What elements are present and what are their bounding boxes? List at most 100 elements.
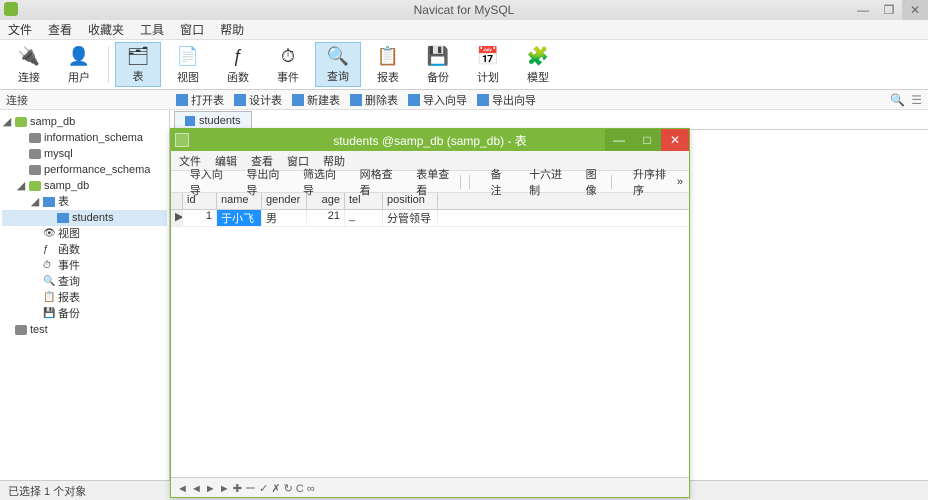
row-marker-icon: ▶ bbox=[171, 210, 183, 226]
toolbar-表[interactable]: 🗂表 bbox=[115, 42, 161, 87]
tree-schema[interactable]: performance_schema bbox=[44, 162, 150, 178]
group-icon: 📋 bbox=[43, 290, 55, 306]
tree-group-备份[interactable]: 备份 bbox=[58, 306, 80, 322]
toolbar-函数[interactable]: ƒ函数 bbox=[215, 42, 261, 87]
toolbar-计划[interactable]: 📅计划 bbox=[465, 42, 511, 87]
toolbar-用户[interactable]: 👤用户 bbox=[56, 42, 102, 87]
tree-group-视图[interactable]: 视图 bbox=[58, 226, 80, 242]
toolbar-事件[interactable]: ⏱事件 bbox=[265, 42, 311, 87]
tree-conn-test[interactable]: test bbox=[30, 322, 48, 338]
app-titlebar: Navicat for MySQL — ❐ ✕ bbox=[0, 0, 928, 20]
查询-icon: 🔍 bbox=[326, 45, 350, 67]
childtool-备注[interactable]: 备注 bbox=[478, 166, 509, 198]
child-titlebar[interactable]: students @samp_db (samp_db) - 表 — □ ✕ bbox=[171, 129, 689, 151]
menu-window[interactable]: 窗口 bbox=[180, 21, 204, 38]
toolbar-视图[interactable]: 📄视图 bbox=[165, 42, 211, 87]
计划-icon: 📅 bbox=[476, 44, 500, 68]
menu-fav[interactable]: 收藏夹 bbox=[88, 21, 124, 38]
list-view-icon[interactable]: ☰ bbox=[911, 93, 922, 107]
group-icon: ƒ bbox=[43, 242, 55, 258]
筛选向导-icon bbox=[290, 176, 300, 188]
subtool-删除表[interactable]: 删除表 bbox=[350, 92, 398, 108]
close-button[interactable]: ✕ bbox=[902, 0, 928, 20]
minimize-button[interactable]: — bbox=[850, 0, 876, 20]
app-logo-icon bbox=[4, 2, 18, 16]
tree-tables-group[interactable]: 表 bbox=[58, 194, 69, 210]
sub-toolbar: 连接 打开表设计表新建表删除表导入向导导出向导 🔍 ☰ bbox=[0, 90, 928, 110]
tree-group-事件[interactable]: 事件 bbox=[58, 258, 80, 274]
app-title: Navicat for MySQL bbox=[414, 3, 515, 17]
模型-icon: 🧩 bbox=[526, 44, 550, 68]
连接-icon: 🔌 bbox=[17, 44, 41, 68]
menu-tools[interactable]: 工具 bbox=[140, 21, 164, 38]
menu-help[interactable]: 帮助 bbox=[220, 21, 244, 38]
表单查看-icon bbox=[404, 176, 414, 188]
subtool-导入向导[interactable]: 导入向导 bbox=[408, 92, 467, 108]
status-text: 已选择 1 个对象 bbox=[8, 483, 86, 499]
toolbar-报表[interactable]: 📋报表 bbox=[365, 42, 411, 87]
col-gender[interactable]: gender bbox=[262, 193, 307, 209]
child-close-button[interactable]: ✕ bbox=[661, 129, 689, 151]
table-row[interactable]: ▶ 1 于小飞 男 21 _ 分管领导 bbox=[171, 210, 689, 227]
child-toolbar: 导入向导导出向导筛选向导网格查看表单查看备注十六进制图像升序排序» bbox=[171, 171, 689, 193]
tree-table-students[interactable]: students bbox=[72, 210, 114, 226]
connections-label: 连接 bbox=[0, 92, 170, 108]
childtool-图像[interactable]: 图像 bbox=[573, 166, 604, 198]
toolbar-连接[interactable]: 🔌连接 bbox=[6, 42, 52, 87]
视图-icon: 📄 bbox=[176, 44, 200, 68]
tree-group-报表[interactable]: 报表 bbox=[58, 290, 80, 306]
tree-group-查询[interactable]: 查询 bbox=[58, 274, 80, 290]
cell-position[interactable]: 分管领导 bbox=[383, 210, 438, 226]
child-toolbar-overflow[interactable]: » bbox=[677, 176, 683, 188]
child-minimize-button[interactable]: — bbox=[605, 129, 633, 151]
grid-corner bbox=[171, 193, 183, 209]
childtool-升序排序[interactable]: 升序排序 bbox=[620, 166, 669, 198]
subtool-打开表[interactable]: 打开表 bbox=[176, 92, 224, 108]
toolbar-模型[interactable]: 🧩模型 bbox=[515, 42, 561, 87]
tree-group-函数[interactable]: 函数 bbox=[58, 242, 80, 258]
child-statusbar: ◄ ◄ ► ► ✚ ー ✓ ✗ ↻ C ∞ bbox=[171, 477, 689, 497]
col-name[interactable]: name bbox=[217, 193, 262, 209]
menu-view[interactable]: 查看 bbox=[48, 21, 72, 38]
childtool-十六进制[interactable]: 十六进制 bbox=[516, 166, 565, 198]
subtool-设计表[interactable]: 设计表 bbox=[234, 92, 282, 108]
col-age[interactable]: age bbox=[307, 193, 345, 209]
cell-id[interactable]: 1 bbox=[183, 210, 217, 226]
tab-students[interactable]: students bbox=[174, 111, 252, 129]
subtool-导出向导[interactable]: 导出向导 bbox=[477, 92, 536, 108]
升序排序-icon bbox=[620, 176, 630, 188]
table-action-icon bbox=[176, 94, 188, 106]
object-tabstrip: students bbox=[170, 110, 928, 130]
group-icon: ⏱ bbox=[43, 258, 55, 274]
toolbar-查询[interactable]: 🔍查询 bbox=[315, 42, 361, 87]
cell-gender[interactable]: 男 bbox=[262, 210, 307, 226]
cell-age[interactable]: 21 bbox=[307, 210, 345, 226]
tree-conn-sampdb[interactable]: samp_db bbox=[30, 114, 75, 130]
connection-tree[interactable]: ◢samp_db information_schema mysql perfor… bbox=[0, 110, 170, 480]
导入向导-icon bbox=[177, 176, 187, 188]
tree-db-sampdb[interactable]: samp_db bbox=[44, 178, 89, 194]
col-tel[interactable]: tel bbox=[345, 193, 383, 209]
record-navigator[interactable]: ◄ ◄ ► ► ✚ ー ✓ ✗ ↻ C ∞ bbox=[177, 480, 315, 496]
main-area: students students @samp_db (samp_db) - 表… bbox=[170, 110, 928, 480]
table-action-icon bbox=[350, 94, 362, 106]
data-grid[interactable]: id name gender age tel position ▶ 1 于小飞 … bbox=[171, 193, 689, 227]
toolbar-备份[interactable]: 💾备份 bbox=[415, 42, 461, 87]
tree-schema[interactable]: information_schema bbox=[44, 130, 143, 146]
tree-schema[interactable]: mysql bbox=[44, 146, 73, 162]
col-position[interactable]: position bbox=[383, 193, 438, 209]
group-icon: 👁 bbox=[43, 226, 55, 242]
cell-tel[interactable]: _ bbox=[345, 210, 383, 226]
group-icon: 💾 bbox=[43, 306, 55, 322]
maximize-button[interactable]: ❐ bbox=[876, 0, 902, 20]
subtool-新建表[interactable]: 新建表 bbox=[292, 92, 340, 108]
search-icon[interactable]: 🔍 bbox=[890, 93, 905, 107]
child-icon bbox=[175, 133, 189, 147]
group-icon: 🔍 bbox=[43, 274, 55, 290]
menu-file[interactable]: 文件 bbox=[8, 21, 32, 38]
child-maximize-button[interactable]: □ bbox=[633, 129, 661, 151]
child-title: students @samp_db (samp_db) - 表 bbox=[333, 132, 527, 149]
cell-name[interactable]: 于小飞 bbox=[217, 210, 262, 226]
col-id[interactable]: id bbox=[183, 193, 217, 209]
函数-icon: ƒ bbox=[226, 44, 250, 68]
